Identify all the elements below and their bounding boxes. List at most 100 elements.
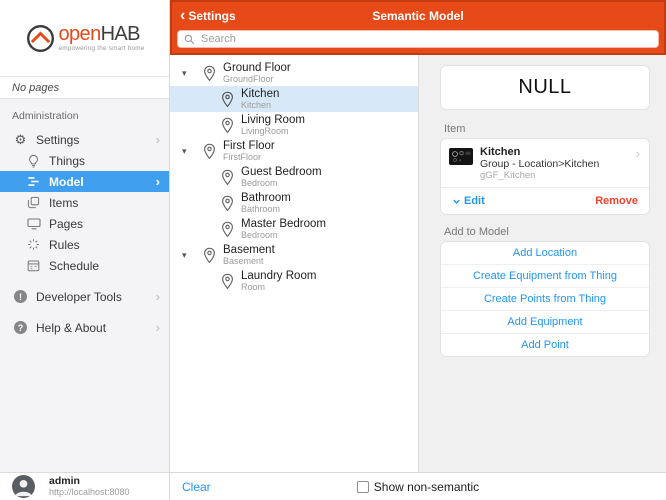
sidebar-item-help-about[interactable]: ? Help & About › (0, 317, 169, 338)
show-non-semantic-label: Show non-semantic (374, 480, 479, 494)
add-to-model-label: Add to Model (444, 226, 509, 238)
location-pin-icon (221, 91, 234, 108)
location-pin-icon (203, 247, 216, 264)
sidebar: openHAB empowering the smart home No pag… (0, 0, 170, 500)
location-pin-icon (221, 117, 234, 134)
rules-spark-icon (26, 237, 41, 252)
tree-node-laundry-room[interactable]: Laundry RoomRoom (170, 268, 418, 294)
tree-node-title: Master Bedroom (241, 218, 326, 230)
chevron-down-icon (452, 197, 461, 206)
brand-open: open (59, 23, 101, 45)
expander-icon[interactable]: ▾ (182, 68, 195, 79)
item-row[interactable]: Kitchen Group - Location>Kitchen gGF_Kit… (441, 139, 649, 187)
chevron-right-icon: › (156, 321, 160, 334)
user-account[interactable]: admin http://localhost:8080 (0, 472, 169, 500)
items-copy-icon (26, 195, 41, 210)
user-url: http://localhost:8080 (49, 487, 130, 497)
tree-node-subtitle: Basement (223, 256, 275, 266)
item-name: Kitchen (480, 146, 599, 158)
sidebar-item-rules[interactable]: Rules (0, 234, 169, 255)
tree-node-subtitle: Bedroom (241, 230, 326, 240)
back-to-settings-button[interactable]: ‹ Settings (180, 9, 236, 23)
sidebar-item-label: Model (49, 175, 84, 189)
search-bar[interactable] (177, 30, 659, 48)
tree-node-living-room[interactable]: Living RoomLivingRoom (170, 112, 418, 138)
chevron-right-icon: › (156, 133, 160, 146)
tree-node-subtitle: Room (241, 282, 316, 292)
user-info: admin http://localhost:8080 (49, 476, 130, 497)
tree-node-subtitle: Bathroom (241, 204, 291, 214)
sidebar-item-settings[interactable]: ⚙ Settings › (0, 129, 169, 150)
sidebar-item-pages[interactable]: Pages (0, 213, 169, 234)
question-circle-icon: ? (13, 320, 28, 335)
create-equipment-from-thing-button[interactable]: Create Equipment from Thing (441, 264, 649, 287)
gear-icon: ⚙ (13, 132, 28, 147)
tree-node-title: Bathroom (241, 192, 291, 204)
location-pin-icon (221, 221, 234, 238)
sidebar-item-developer-tools[interactable]: ! Developer Tools › (0, 286, 169, 307)
expander-icon[interactable]: ▾ (182, 146, 195, 157)
remove-button[interactable]: Remove (595, 195, 638, 207)
sidebar-item-label: Pages (49, 217, 83, 231)
chevron-left-icon: ‹ (180, 9, 185, 23)
sidebar-item-label: Items (49, 196, 78, 210)
tree-node-kitchen[interactable]: KitchenKitchen (170, 86, 418, 112)
item-type: Group - Location>Kitchen (480, 158, 599, 170)
menu-gap (0, 276, 169, 286)
tree-node-basement[interactable]: ▾ BasementBasement (170, 242, 418, 268)
menu-gap (0, 307, 169, 317)
tree-node-guest-bedroom[interactable]: Guest BedroomBedroom (170, 164, 418, 190)
sidebar-item-model[interactable]: Model › (0, 171, 169, 192)
sidebar-item-label: Settings (36, 133, 79, 147)
admin-section-label: Administration (0, 106, 169, 129)
add-equipment-button[interactable]: Add Equipment (441, 310, 649, 333)
tree-node-title: First Floor (223, 140, 275, 152)
item-actions: Edit Remove (441, 187, 649, 214)
tree-node-title: Living Room (241, 114, 305, 126)
page-title: Semantic Model (172, 9, 664, 23)
back-label: Settings (188, 9, 235, 23)
exclamation-circle-icon: ! (13, 289, 28, 304)
show-non-semantic-checkbox[interactable] (357, 481, 369, 493)
add-location-button[interactable]: Add Location (441, 242, 649, 264)
openhab-logo-icon (25, 23, 56, 54)
search-icon (184, 34, 195, 45)
tree-node-bathroom[interactable]: BathroomBathroom (170, 190, 418, 216)
tree-node-title: Ground Floor (223, 62, 291, 74)
sidebar-item-items[interactable]: Items (0, 192, 169, 213)
edit-button[interactable]: Edit (452, 195, 485, 207)
user-avatar-icon (12, 475, 35, 498)
sidebar-item-things[interactable]: Things (0, 150, 169, 171)
expander-icon[interactable]: ▾ (182, 250, 195, 261)
sidebar-item-label: Things (49, 154, 85, 168)
brand-tagline: empowering the smart home (59, 45, 145, 52)
item-card: Kitchen Group - Location>Kitchen gGF_Kit… (440, 138, 650, 215)
page-header: ‹ Settings Semantic Model (170, 0, 666, 55)
openhab-logo: openHAB empowering the smart home (0, 0, 169, 76)
brand-hab: HAB (101, 23, 140, 45)
model-tree-icon (26, 174, 41, 189)
tree-node-title: Kitchen (241, 88, 279, 100)
sidebar-item-schedule[interactable]: Schedule (0, 255, 169, 276)
tree-node-subtitle: GroundFloor (223, 74, 291, 84)
tree-node-first-floor[interactable]: ▾ First FloorFirstFloor (170, 138, 418, 164)
search-input[interactable] (199, 32, 652, 46)
create-points-from-thing-button[interactable]: Create Points from Thing (441, 287, 649, 310)
tree-node-subtitle: Kitchen (241, 100, 279, 110)
add-point-button[interactable]: Add Point (441, 333, 649, 356)
tree-node-title: Basement (223, 244, 275, 256)
tree-node-title: Guest Bedroom (241, 166, 322, 178)
user-name: admin (49, 476, 130, 487)
tree-node-subtitle: FirstFloor (223, 152, 275, 162)
lightbulb-icon (26, 153, 41, 168)
clear-button[interactable]: Clear (182, 480, 211, 494)
sidebar-item-label: Help & About (36, 321, 106, 335)
tree-node-master-bedroom[interactable]: Master BedroomBedroom (170, 216, 418, 242)
tree-node-ground-floor[interactable]: ▾ Ground FloorGroundFloor (170, 60, 418, 86)
item-id: gGF_Kitchen (480, 170, 599, 181)
location-pin-icon (203, 143, 216, 160)
sidebar-item-label: Schedule (49, 259, 99, 273)
location-pin-icon (221, 273, 234, 290)
schedule-calendar-icon (26, 258, 41, 273)
openhab-logo-text: openHAB empowering the smart home (59, 24, 145, 52)
